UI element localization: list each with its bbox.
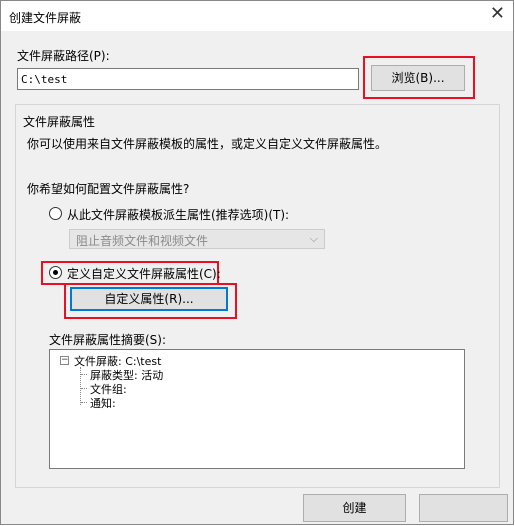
properties-description: 你可以使用来自文件屏蔽模板的属性，或定义自定义文件屏蔽属性。 xyxy=(27,137,388,151)
path-value: C:\test xyxy=(21,73,68,86)
properties-heading: 文件屏蔽属性 xyxy=(23,115,96,129)
radio-template-label[interactable]: 从此文件屏蔽模板派生属性(推荐选项)(T): xyxy=(67,206,289,223)
radio-custom-label[interactable]: 定义自定义文件屏蔽属性(C): xyxy=(67,265,221,282)
summary-tree[interactable]: − 文件屏蔽: C:\test 屏蔽类型: 活动 文件组: 通知: xyxy=(49,349,465,469)
path-input[interactable]: C:\test xyxy=(17,68,359,90)
template-select-value: 阻止音频文件和视频文件 xyxy=(76,234,209,248)
cancel-button[interactable] xyxy=(419,494,508,522)
summary-label: 文件屏蔽属性摘要(S): xyxy=(49,333,167,347)
path-label: 文件屏蔽路径(P): xyxy=(17,49,110,63)
collapse-icon[interactable]: − xyxy=(60,356,69,365)
config-question: 你希望如何配置文件屏蔽属性? xyxy=(27,182,190,196)
close-icon[interactable]: ✕ xyxy=(490,5,505,23)
create-button[interactable]: 创建 xyxy=(303,494,406,522)
custom-properties-button[interactable]: 自定义属性(R)... xyxy=(70,287,228,311)
browse-button[interactable]: 浏览(B)... xyxy=(371,65,465,91)
window-title: 创建文件屏蔽 xyxy=(9,11,82,25)
radio-custom[interactable] xyxy=(49,266,62,279)
radio-selected-dot xyxy=(53,270,58,275)
chevron-down-icon: ⌵ xyxy=(309,232,318,245)
tree-item: 通知: xyxy=(90,397,116,410)
create-file-screen-dialog: 创建文件屏蔽 ✕ 文件屏蔽路径(P): C:\test 浏览(B)... 文件屏… xyxy=(0,0,514,525)
radio-template[interactable] xyxy=(49,207,62,220)
template-select[interactable]: 阻止音频文件和视频文件 ⌵ xyxy=(69,229,325,249)
title-bar: 创建文件屏蔽 ✕ xyxy=(1,1,513,31)
